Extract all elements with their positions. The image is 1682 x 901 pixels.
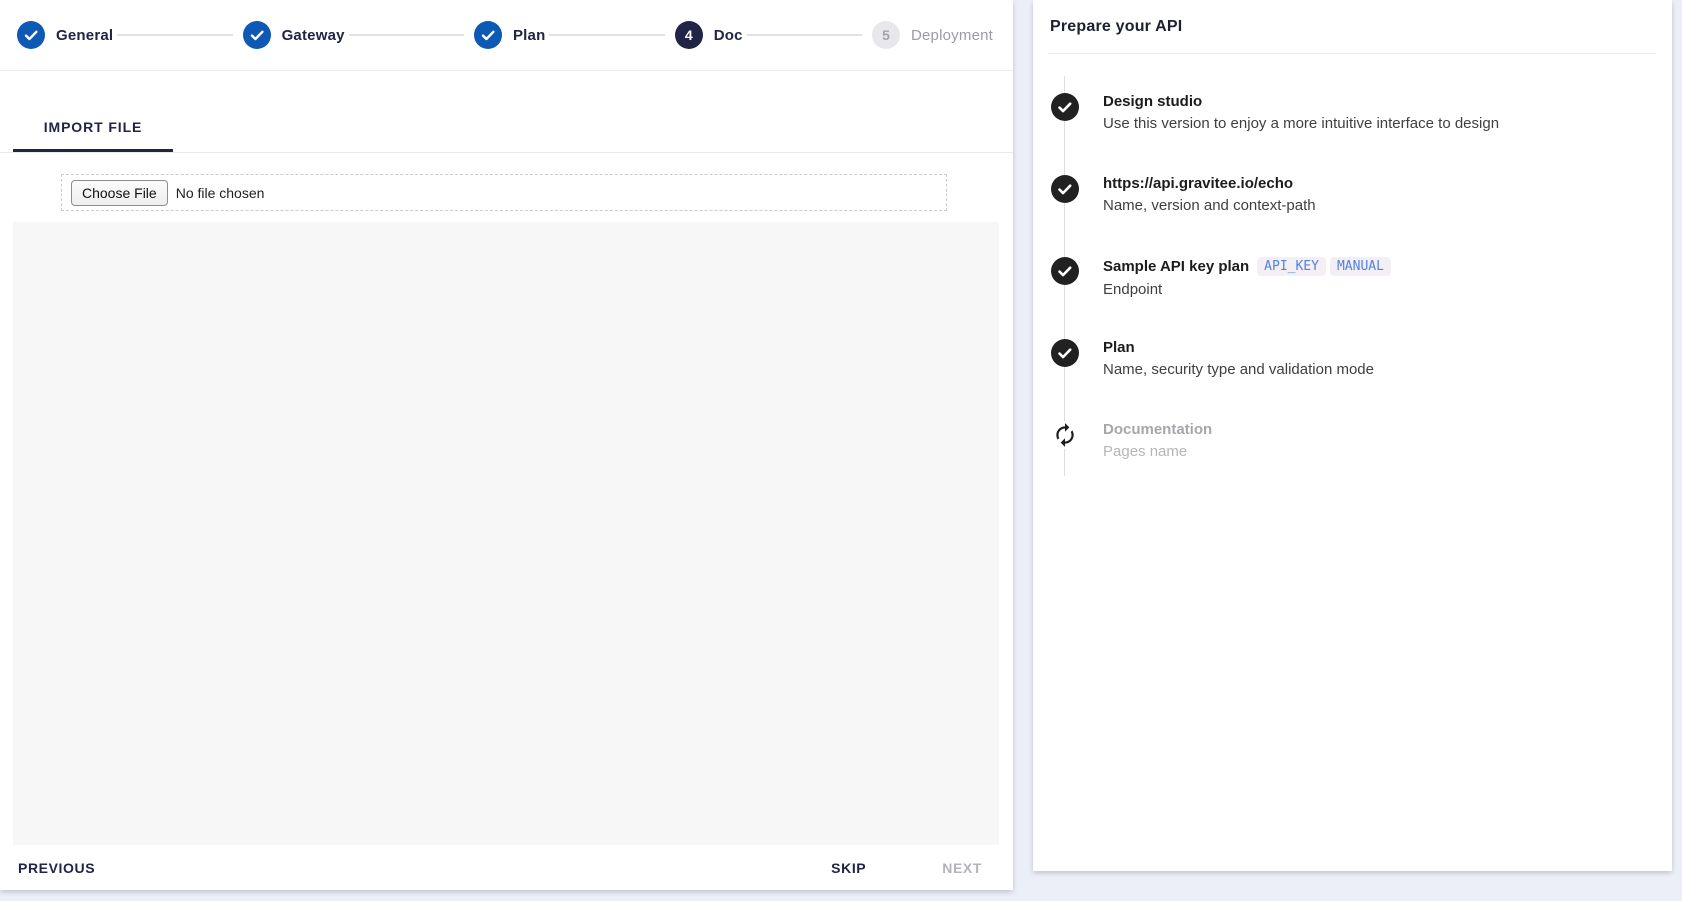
checklist-item-context-path: https://api.gravitee.io/echo Name, versi… [1051, 168, 1672, 250]
step-label: Plan [513, 27, 545, 44]
stepper: General Gateway Plan 4 Doc 5 Deployment [0, 0, 1013, 71]
plan-badge-manual: MANUAL [1330, 257, 1391, 276]
step-label: Gateway [282, 27, 345, 44]
checklist-item-subtitle: Endpoint [1103, 281, 1391, 298]
previous-button[interactable]: PREVIOUS [16, 854, 97, 882]
step-label: General [56, 27, 113, 44]
stepper-connector [747, 34, 862, 36]
step-done-check-icon [17, 21, 45, 49]
sync-icon [1051, 421, 1079, 449]
checklist-item-plan-sample: Sample API key plan API_KEY MANUAL Endpo… [1051, 250, 1672, 332]
step-done-check-icon [474, 21, 502, 49]
check-icon [1051, 257, 1079, 285]
plan-title-text: Sample API key plan [1103, 258, 1249, 275]
choose-file-button[interactable]: Choose File [71, 180, 168, 206]
checklist-item-subtitle: Use this version to enjoy a more intuiti… [1103, 115, 1499, 132]
stepper-step-deployment[interactable]: 5 Deployment [872, 21, 993, 49]
checklist-item-title: Documentation [1103, 421, 1212, 438]
import-file-dropzone[interactable]: Choose File No file chosen [61, 174, 947, 211]
step-done-check-icon [243, 21, 271, 49]
check-icon [1051, 175, 1079, 203]
step-label: Deployment [911, 27, 993, 44]
checklist-item-subtitle: Name, version and context-path [1103, 197, 1316, 214]
checklist-item-subtitle: Pages name [1103, 443, 1212, 460]
check-icon [1051, 339, 1079, 367]
next-button[interactable]: NEXT [940, 854, 984, 882]
checklist-item-title: Plan [1103, 339, 1374, 356]
step-number-badge: 5 [872, 21, 900, 49]
checklist-item-documentation: Documentation Pages name [1051, 414, 1672, 496]
checklist-item-design-studio: Design studio Use this version to enjoy … [1051, 86, 1672, 168]
file-status-text: No file chosen [176, 185, 265, 201]
tab-bar: IMPORT FILE [0, 71, 1013, 153]
wizard-footer: PREVIOUS SKIP NEXT [0, 845, 1013, 890]
checklist-item-title: https://api.gravitee.io/echo [1103, 175, 1316, 192]
step-label: Doc [714, 27, 743, 44]
checklist-item-subtitle: Name, security type and validation mode [1103, 361, 1374, 378]
stepper-connector [549, 34, 664, 36]
checklist-item-title: Sample API key plan API_KEY MANUAL [1103, 257, 1391, 276]
stepper-step-plan[interactable]: Plan [474, 21, 545, 49]
stepper-connector [117, 34, 232, 36]
side-panel-divider [1048, 53, 1656, 54]
stepper-step-gateway[interactable]: Gateway [243, 21, 345, 49]
stepper-connector [349, 34, 464, 36]
checklist-item-plan: Plan Name, security type and validation … [1051, 332, 1672, 414]
wizard-card: General Gateway Plan 4 Doc 5 Deployment [0, 0, 1013, 890]
import-preview-area [13, 222, 999, 845]
step-number-badge: 4 [675, 21, 703, 49]
prepare-api-checklist: Design studio Use this version to enjoy … [1051, 86, 1672, 496]
side-panel-title: Prepare your API [1033, 0, 1672, 36]
plan-badge-api-key: API_KEY [1257, 257, 1326, 276]
stepper-step-doc[interactable]: 4 Doc [675, 21, 743, 49]
tab-import-file[interactable]: IMPORT FILE [13, 104, 173, 152]
check-icon [1051, 93, 1079, 121]
checklist-item-title: Design studio [1103, 93, 1499, 110]
skip-button[interactable]: SKIP [829, 854, 868, 882]
stepper-step-general[interactable]: General [17, 21, 113, 49]
side-panel: Prepare your API Design studio Use this … [1033, 0, 1672, 871]
